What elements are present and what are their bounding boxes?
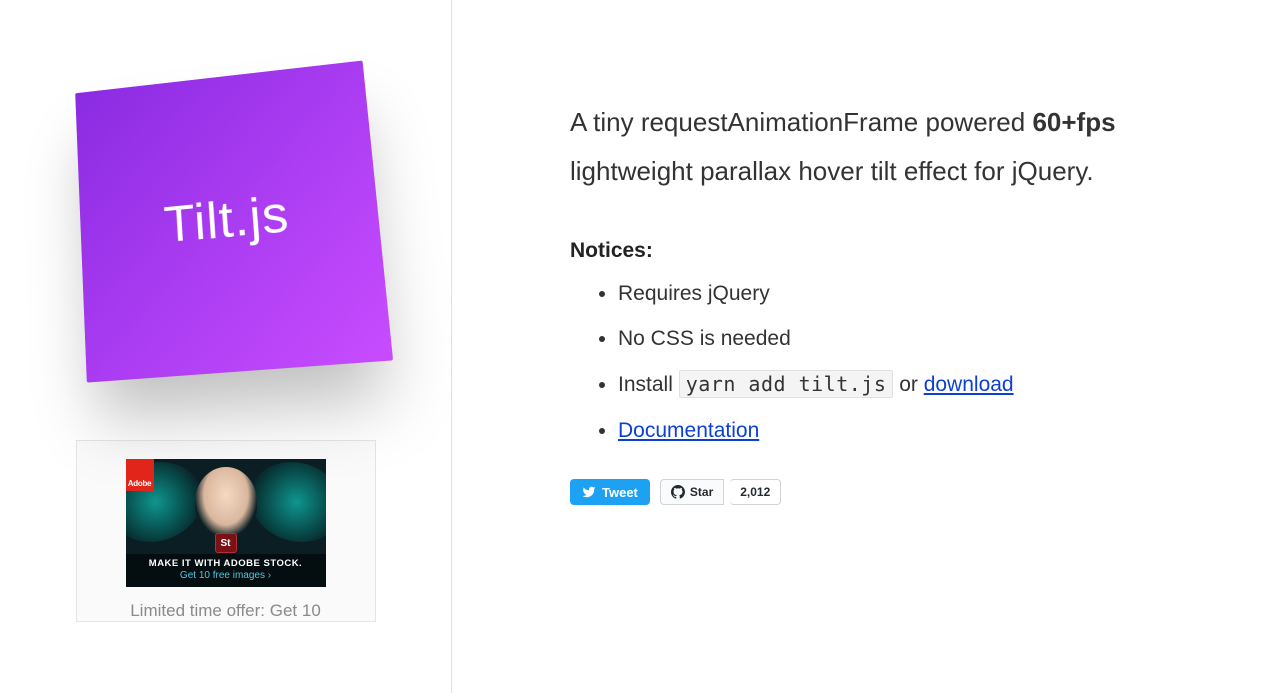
twitter-icon xyxy=(582,485,596,499)
ad-face-graphic xyxy=(195,467,257,537)
github-icon xyxy=(671,485,685,499)
notice-text: Install xyxy=(618,373,679,396)
list-item: Install yarn add tilt.js or download xyxy=(618,368,1220,402)
star-count-value: 2,012 xyxy=(740,485,770,499)
ad-subline: Get 10 free images › xyxy=(130,570,322,581)
notice-text: or xyxy=(893,373,923,396)
list-item: Documentation xyxy=(618,414,1220,448)
adobe-logo-icon: Adobe xyxy=(126,459,154,491)
github-star-group: Star 2,012 xyxy=(660,479,781,505)
ad-headline: MAKE IT WITH ADOBE STOCK. xyxy=(130,558,322,569)
tilt-demo-card[interactable]: Tilt.js xyxy=(75,61,393,383)
social-buttons: Tweet Star 2,012 xyxy=(570,479,1220,505)
github-star-button[interactable]: Star xyxy=(660,479,724,505)
star-label: Star xyxy=(690,485,713,499)
documentation-link[interactable]: Documentation xyxy=(618,419,759,442)
ad-overlay: MAKE IT WITH ADOBE STOCK. Get 10 free im… xyxy=(126,554,326,587)
notices-list: Requires jQuery No CSS is needed Install… xyxy=(570,277,1220,447)
install-command: yarn add tilt.js xyxy=(679,370,894,398)
sponsor-ad[interactable]: Adobe St MAKE IT WITH ADOBE STOCK. Get 1… xyxy=(76,440,376,622)
tagline: A tiny requestAnimationFrame powered 60+… xyxy=(570,98,1220,197)
notice-text: Requires jQuery xyxy=(618,282,770,305)
adobe-stock-icon: St xyxy=(215,533,237,553)
tweet-label: Tweet xyxy=(602,485,638,500)
github-star-count[interactable]: 2,012 xyxy=(730,479,781,505)
tagline-pre: A tiny requestAnimationFrame powered xyxy=(570,107,1032,137)
left-column: Tilt.js Adobe St MAKE IT WITH ADOBE STOC… xyxy=(0,0,452,693)
notices-header: Notices: xyxy=(570,239,1220,263)
ad-image: Adobe St MAKE IT WITH ADOBE STOCK. Get 1… xyxy=(126,459,326,587)
tagline-strong: 60+fps xyxy=(1032,107,1115,137)
tweet-button[interactable]: Tweet xyxy=(570,479,650,505)
list-item: No CSS is needed xyxy=(618,322,1220,356)
tilt-card-title: Tilt.js xyxy=(162,185,291,256)
right-column: A tiny requestAnimationFrame powered 60+… xyxy=(452,0,1280,693)
ad-caption: Limited time offer: Get 10 xyxy=(130,601,321,621)
download-link[interactable]: download xyxy=(924,373,1014,396)
list-item: Requires jQuery xyxy=(618,277,1220,311)
notice-text: No CSS is needed xyxy=(618,327,791,350)
tagline-post: lightweight parallax hover tilt effect f… xyxy=(570,156,1094,186)
page-layout: Tilt.js Adobe St MAKE IT WITH ADOBE STOC… xyxy=(0,0,1280,693)
